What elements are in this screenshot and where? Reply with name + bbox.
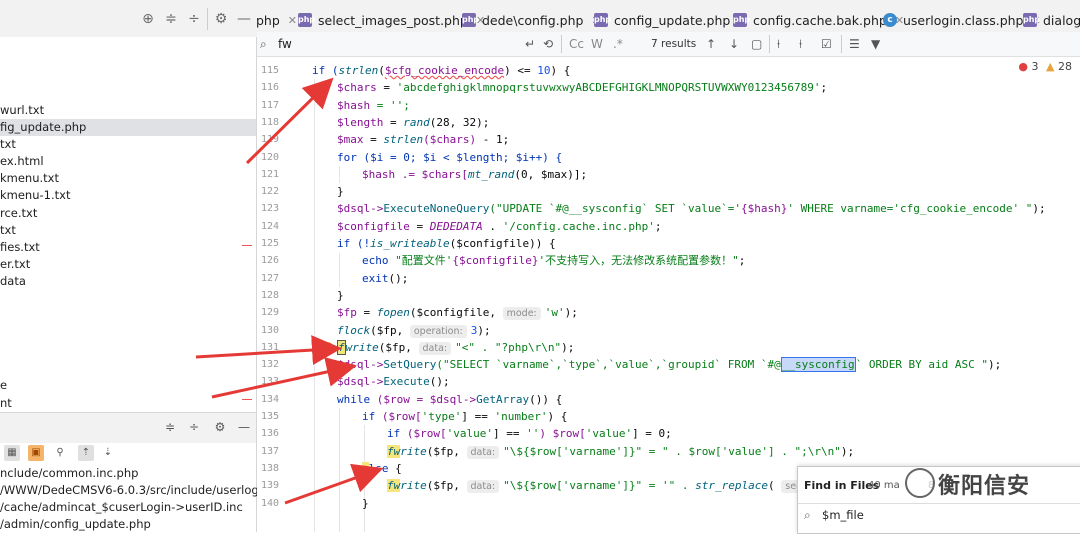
arrow-annotation <box>284 463 384 505</box>
arrow-annotation <box>245 77 334 165</box>
annotation-overlay <box>195 77 384 505</box>
arrow-annotation <box>211 357 357 399</box>
arrow-annotation <box>195 335 342 366</box>
